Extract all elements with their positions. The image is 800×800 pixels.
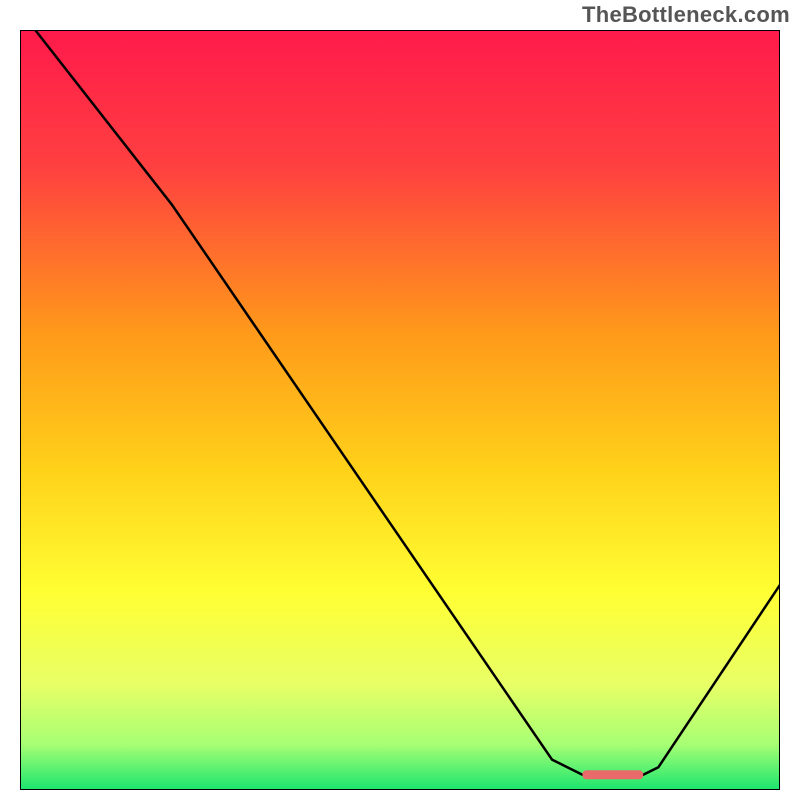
chart-container: TheBottleneck.com (0, 0, 800, 800)
plot-svg (20, 30, 780, 790)
plot-frame (20, 30, 780, 790)
optimal-range-marker (582, 770, 643, 779)
gradient-background (20, 30, 780, 790)
watermark-text: TheBottleneck.com (582, 2, 790, 28)
